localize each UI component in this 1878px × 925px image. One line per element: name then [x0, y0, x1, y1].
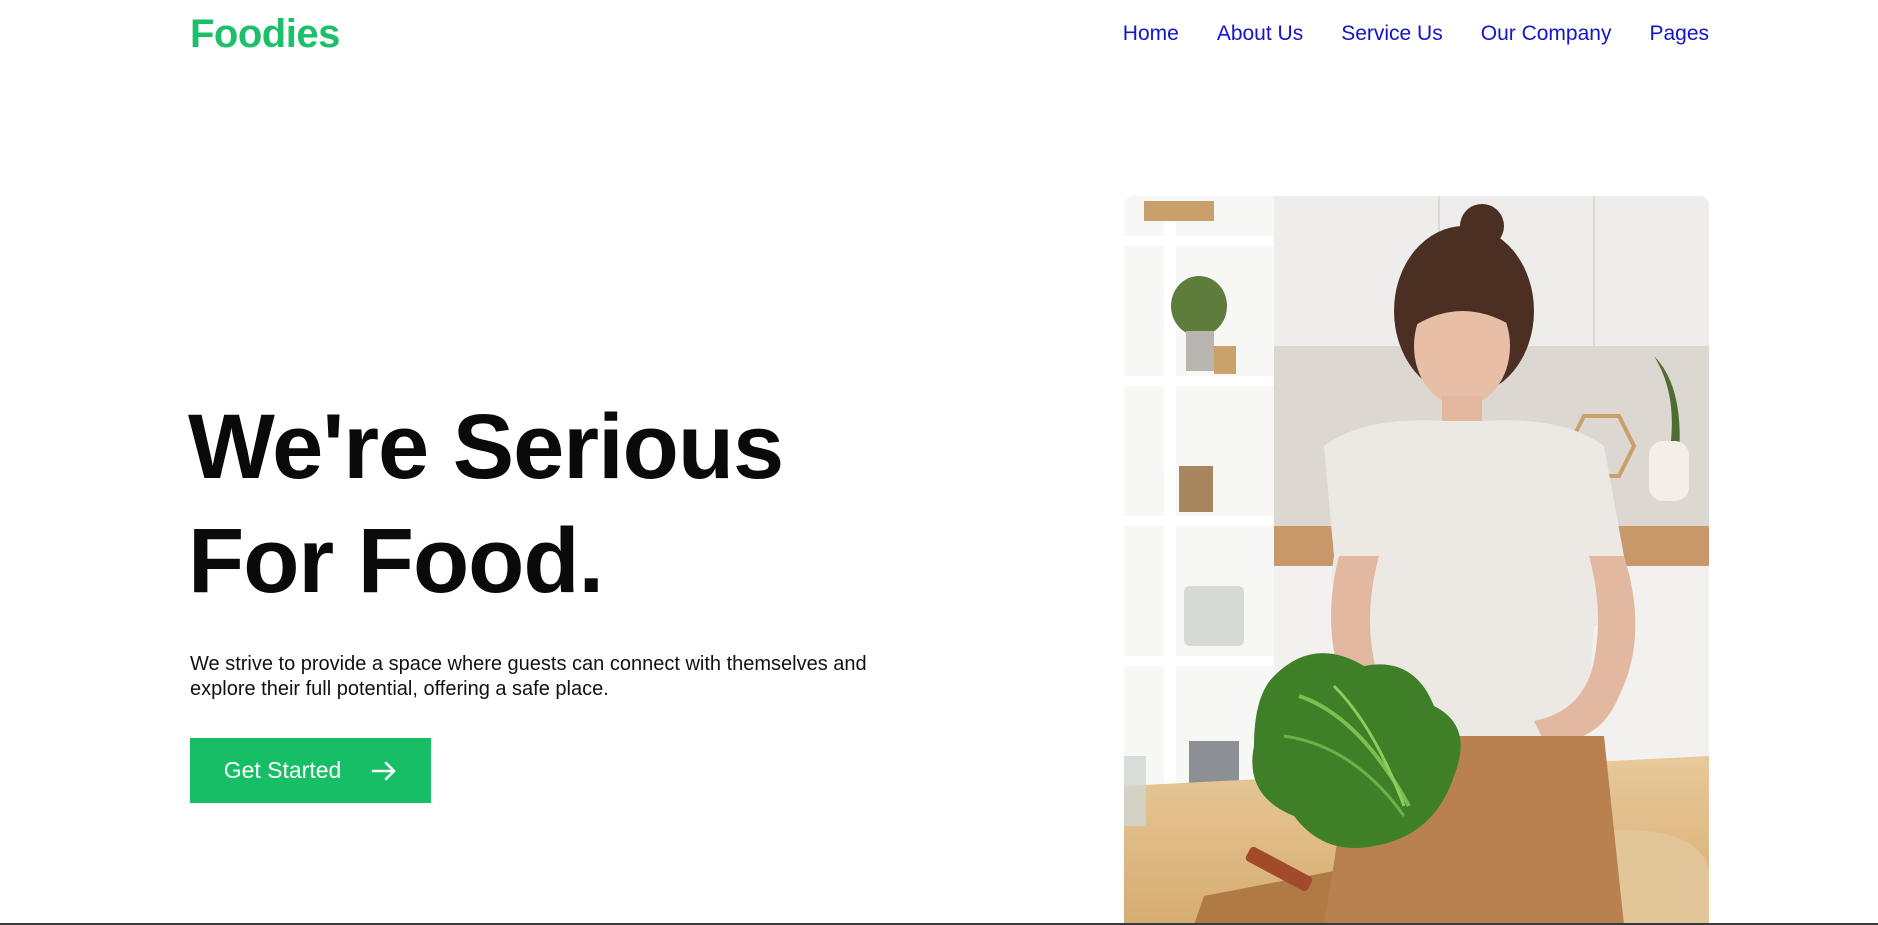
main-nav: Home About Us Service Us Our Company Pag… — [1123, 22, 1709, 46]
hero-image — [1124, 196, 1709, 925]
nav-link-home[interactable]: Home — [1123, 22, 1179, 46]
hero-title-line-1: We're Serious — [188, 396, 784, 498]
hero-description: We strive to provide a space where guest… — [190, 653, 867, 700]
nav-link-service-us[interactable]: Service Us — [1341, 22, 1443, 46]
nav-link-our-company[interactable]: Our Company — [1481, 22, 1612, 46]
hero-title-line-2: For Food. — [188, 510, 604, 612]
logo[interactable]: Foodies — [190, 12, 340, 57]
get-started-label: Get Started — [223, 757, 342, 783]
arrow-right-icon — [372, 761, 396, 780]
nav-link-about-us[interactable]: About Us — [1217, 22, 1303, 46]
nav-link-pages[interactable]: Pages — [1649, 22, 1709, 46]
hero-title: We're Serious For Food. — [188, 390, 784, 618]
site-header: Foodies Home About Us Service Us Our Com… — [0, 0, 1878, 70]
get-started-button[interactable]: Get Started — [190, 738, 431, 803]
woman-with-lettuce-photo — [1124, 196, 1709, 925]
